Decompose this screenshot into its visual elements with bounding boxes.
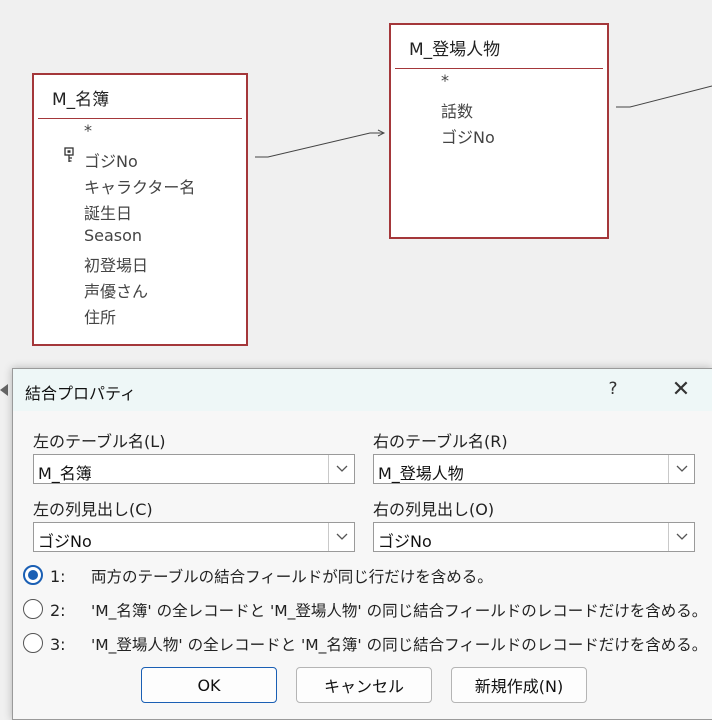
field-item[interactable]: 声優さん bbox=[84, 278, 148, 302]
right-table-label: 右のテーブル名(R) bbox=[373, 432, 508, 451]
primary-key-icon bbox=[64, 147, 74, 162]
chevron-down-icon[interactable] bbox=[668, 523, 694, 551]
left-table-value: M_名簿 bbox=[38, 464, 92, 483]
table-m-toujou-jinbutsu-title: M_登場人物 bbox=[409, 40, 501, 60]
chevron-down-icon[interactable] bbox=[328, 523, 354, 551]
field-item[interactable]: ゴジNo bbox=[84, 148, 138, 172]
option-number: 3: bbox=[50, 635, 66, 654]
divider bbox=[38, 118, 242, 119]
right-column-select[interactable]: ゴジNo bbox=[373, 522, 695, 552]
left-column-select[interactable]: ゴジNo bbox=[33, 522, 355, 552]
radio-button[interactable] bbox=[23, 599, 43, 619]
chevron-down-icon[interactable] bbox=[328, 455, 354, 483]
option-number: 1: bbox=[50, 567, 66, 586]
field-item[interactable]: 誕生日 bbox=[84, 200, 132, 224]
dialog-title: 結合プロパティ bbox=[25, 384, 137, 403]
left-column-value: ゴジNo bbox=[38, 532, 92, 551]
left-column-label: 左の列見出し(C) bbox=[33, 500, 153, 519]
left-table-select[interactable]: M_名簿 bbox=[33, 454, 355, 484]
option-text: 両方のテーブルの結合フィールドが同じ行だけを含める。 bbox=[91, 568, 493, 586]
right-column-value: ゴジNo bbox=[378, 532, 432, 551]
join-line-left bbox=[255, 132, 384, 158]
right-table-value: M_登場人物 bbox=[378, 464, 464, 483]
scroll-left-arrow-icon[interactable] bbox=[0, 384, 8, 396]
ok-button[interactable]: OK bbox=[141, 667, 277, 703]
option-text: 'M_登場人物' の全レコードと 'M_名簿' の同じ結合フィールドのレコードだ… bbox=[91, 636, 708, 654]
left-table-label: 左のテーブル名(L) bbox=[33, 432, 166, 451]
table-m-meibo-title: M_名簿 bbox=[52, 90, 110, 110]
field-item[interactable]: Season bbox=[84, 226, 142, 245]
table-m-meibo[interactable]: M_名簿 * ゴジNo キャラクター名 誕生日 Season 初登場日 声優さん… bbox=[32, 73, 248, 346]
radio-button[interactable] bbox=[23, 633, 43, 653]
chevron-down-icon[interactable] bbox=[668, 455, 694, 483]
new-button[interactable]: 新規作成(N) bbox=[451, 667, 587, 703]
right-column-label: 右の列見出し(O) bbox=[373, 500, 495, 519]
help-button[interactable]: ? bbox=[603, 379, 623, 399]
table-m-toujou-jinbutsu[interactable]: M_登場人物 * 話数 ゴジNo bbox=[389, 23, 609, 239]
option-text: 'M_名簿' の全レコードと 'M_登場人物' の同じ結合フィールドのレコードだ… bbox=[91, 602, 708, 620]
field-item[interactable]: * bbox=[441, 71, 449, 90]
field-item[interactable]: キャラクター名 bbox=[84, 174, 195, 198]
cancel-button[interactable]: キャンセル bbox=[296, 667, 432, 703]
join-line-right bbox=[616, 85, 712, 108]
field-item[interactable]: 初登場日 bbox=[84, 252, 148, 276]
divider bbox=[395, 68, 603, 69]
option-number: 2: bbox=[50, 601, 66, 620]
radio-button-selected[interactable] bbox=[23, 565, 43, 585]
field-item[interactable]: ゴジNo bbox=[441, 124, 495, 148]
join-properties-dialog: 結合プロパティ ? ✕ 左のテーブル名(L) 右のテーブル名(R) M_名簿 M… bbox=[12, 368, 712, 720]
field-item[interactable]: 住所 bbox=[84, 304, 116, 328]
field-item[interactable]: * bbox=[84, 121, 92, 140]
close-button[interactable]: ✕ bbox=[669, 377, 693, 402]
field-item[interactable]: 話数 bbox=[441, 98, 473, 122]
dialog-titlebar[interactable]: 結合プロパティ ? ✕ bbox=[13, 369, 712, 411]
right-table-select[interactable]: M_登場人物 bbox=[373, 454, 695, 484]
